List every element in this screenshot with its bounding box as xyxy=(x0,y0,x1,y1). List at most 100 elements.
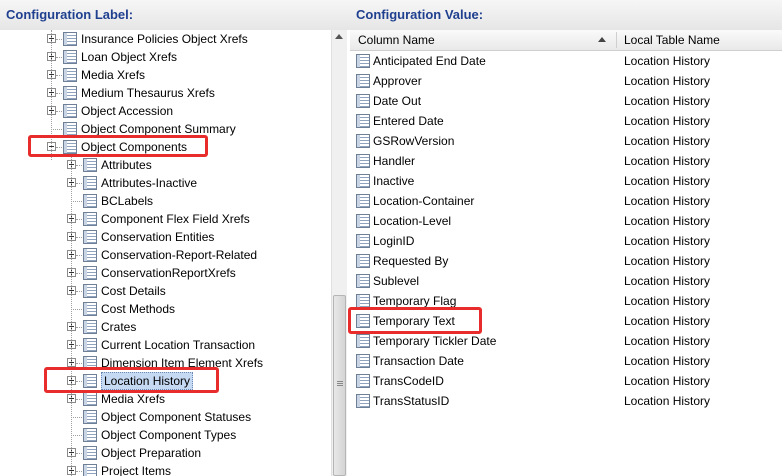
column-separator[interactable] xyxy=(616,32,617,48)
tree-connector xyxy=(51,129,62,130)
local-table-name-cell: Location History xyxy=(624,94,711,108)
table-icon xyxy=(83,338,97,352)
tree-item-label[interactable]: Media Xrefs xyxy=(81,66,145,84)
column-icon xyxy=(356,94,370,108)
table-row[interactable]: Location-Container Location History xyxy=(350,191,782,211)
tree-item-label[interactable]: Attributes-Inactive xyxy=(101,174,197,192)
tree-item-label[interactable]: Conservation-Report-Related xyxy=(101,246,257,264)
tree-connector xyxy=(76,183,82,184)
table-row[interactable]: Sublevel Location History xyxy=(350,271,782,291)
tree-item-label[interactable]: Object Component Statuses xyxy=(101,408,251,426)
tree-connector xyxy=(76,255,82,256)
scroll-up-arrow-icon[interactable] xyxy=(335,34,343,39)
tree-item-label[interactable]: Object Component Types xyxy=(101,426,236,444)
table-row[interactable]: Approver Location History xyxy=(350,71,782,91)
tree-item[interactable]: Object Preparation xyxy=(0,444,330,462)
local-table-name-cell: Location History xyxy=(624,134,711,148)
tree-item-label[interactable]: Medium Thesaurus Xrefs xyxy=(81,84,215,102)
tree-item[interactable]: Attributes-Inactive xyxy=(0,174,330,192)
column-name-cell: Inactive xyxy=(373,174,415,188)
column-icon xyxy=(356,54,370,68)
tree-item-label[interactable]: ConservationReportXrefs xyxy=(101,264,236,282)
local-table-name-cell: Location History xyxy=(624,74,711,88)
table-row[interactable]: GSRowVersion Location History xyxy=(350,131,782,151)
local-table-name-cell: Location History xyxy=(624,234,711,248)
tree-item[interactable]: Conservation-Report-Related xyxy=(0,246,330,264)
tree-item-label[interactable]: Cost Methods xyxy=(101,300,175,318)
local-table-name-cell: Location History xyxy=(624,194,711,208)
column-icon xyxy=(356,134,370,148)
highlight-temporary-text xyxy=(348,307,482,334)
table-row[interactable]: Requested By Location History xyxy=(350,251,782,271)
table-row[interactable]: Handler Location History xyxy=(350,151,782,171)
tree-item[interactable]: Media Xrefs xyxy=(0,66,330,84)
table-row[interactable]: Anticipated End Date Location History xyxy=(350,51,782,71)
column-icon xyxy=(356,274,370,288)
tree-item[interactable]: Object Accession xyxy=(0,102,330,120)
tree-connector xyxy=(76,345,82,346)
tree-item-label[interactable]: Attributes xyxy=(101,156,152,174)
tree-item[interactable]: Object Component Types xyxy=(0,426,330,444)
configuration-tree[interactable]: Insurance Policies Object Xrefs Loan Obje… xyxy=(0,30,346,476)
tree-connector xyxy=(76,291,82,292)
tree-connector xyxy=(56,39,62,40)
local-table-name-cell: Location History xyxy=(624,54,711,68)
tree-item[interactable]: Loan Object Xrefs xyxy=(0,48,330,66)
tree-item[interactable]: Current Location Transaction xyxy=(0,336,330,354)
configuration-value-grid: Column Name Local Table Name Anticipated… xyxy=(350,30,782,476)
table-row[interactable]: TransStatusID Location History xyxy=(350,391,782,411)
column-name-cell: Requested By xyxy=(373,254,449,268)
table-row[interactable]: Temporary Tickler Date Location History xyxy=(350,331,782,351)
column-header-column-name[interactable]: Column Name xyxy=(358,30,435,50)
tree-item[interactable]: Cost Details xyxy=(0,282,330,300)
column-name-cell: Transaction Date xyxy=(373,354,464,368)
column-icon xyxy=(356,354,370,368)
sort-ascending-icon[interactable] xyxy=(598,37,606,42)
table-row[interactable]: Transaction Date Location History xyxy=(350,351,782,371)
tree-item[interactable]: ConservationReportXrefs xyxy=(0,264,330,282)
table-icon xyxy=(83,320,97,334)
tree-item[interactable]: Attributes xyxy=(0,156,330,174)
table-icon xyxy=(63,50,77,64)
tree-item-label[interactable]: Cost Details xyxy=(101,282,166,300)
table-icon xyxy=(83,230,97,244)
tree-item-label[interactable]: Component Flex Field Xrefs xyxy=(101,210,250,228)
tree-item[interactable]: Object Component Statuses xyxy=(0,408,330,426)
tree-item[interactable]: Medium Thesaurus Xrefs xyxy=(0,84,330,102)
local-table-name-cell: Location History xyxy=(624,374,711,388)
table-row[interactable]: Entered Date Location History xyxy=(350,111,782,131)
tree-item[interactable]: Conservation Entities xyxy=(0,228,330,246)
column-header-local-table-name[interactable]: Local Table Name xyxy=(624,30,720,50)
configuration-value-header: Configuration Value: xyxy=(350,0,782,30)
tree-item[interactable]: Component Flex Field Xrefs xyxy=(0,210,330,228)
tree-item-label[interactable]: Project Items xyxy=(101,462,171,476)
table-row[interactable]: LoginID Location History xyxy=(350,231,782,251)
table-icon xyxy=(63,86,77,100)
tree-item[interactable]: BCLabels xyxy=(0,192,330,210)
tree-item[interactable]: Cost Methods xyxy=(0,300,330,318)
tree-item-label[interactable]: Conservation Entities xyxy=(101,228,214,246)
column-icon xyxy=(356,154,370,168)
tree-item-label[interactable]: Current Location Transaction xyxy=(101,336,255,354)
grid-header: Column Name Local Table Name xyxy=(350,30,782,51)
tree-item-label[interactable]: Object Accession xyxy=(81,102,173,120)
table-row[interactable]: Date Out Location History xyxy=(350,91,782,111)
tree-connector xyxy=(76,219,82,220)
tree-item-label[interactable]: Insurance Policies Object Xrefs xyxy=(81,30,248,48)
table-row[interactable]: Location-Level Location History xyxy=(350,211,782,231)
tree-item[interactable]: Insurance Policies Object Xrefs xyxy=(0,30,330,48)
local-table-name-cell: Location History xyxy=(624,354,711,368)
tree-item-label[interactable]: Object Preparation xyxy=(101,444,201,462)
tree-item-label[interactable]: Crates xyxy=(101,318,136,336)
tree-item-label[interactable]: BCLabels xyxy=(101,192,153,210)
column-icon xyxy=(356,114,370,128)
column-icon xyxy=(356,74,370,88)
tree-item[interactable]: Crates xyxy=(0,318,330,336)
tree-item-label[interactable]: Loan Object Xrefs xyxy=(81,48,177,66)
table-icon xyxy=(83,428,97,442)
table-row[interactable]: TransCodeID Location History xyxy=(350,371,782,391)
table-row[interactable]: Inactive Location History xyxy=(350,171,782,191)
scroll-thumb[interactable] xyxy=(333,295,346,476)
tree-item[interactable]: Project Items xyxy=(0,462,330,476)
tree-scrollbar[interactable] xyxy=(331,30,347,476)
